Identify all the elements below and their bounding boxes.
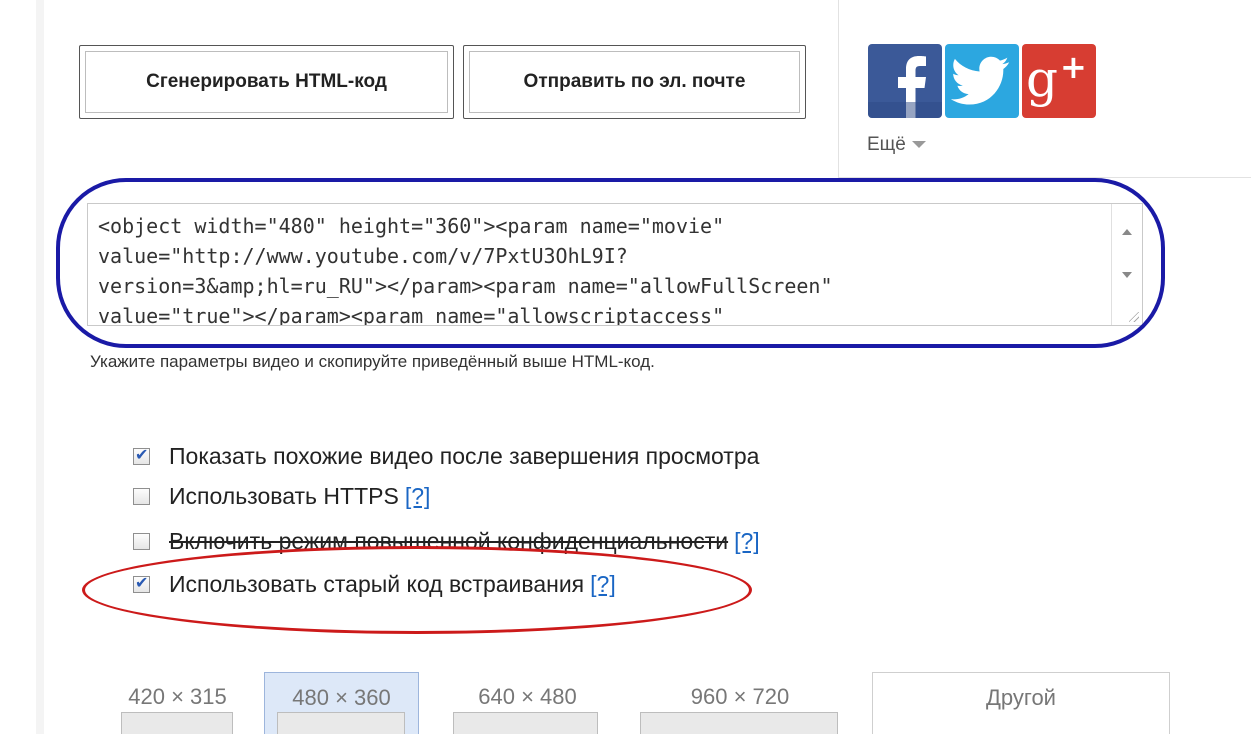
size-label: Другой xyxy=(986,685,1056,710)
checkbox-https[interactable] xyxy=(133,488,150,505)
option-label: Показать похожие видео после завершения … xyxy=(169,443,760,469)
size-preview xyxy=(640,712,838,734)
size-option-420[interactable]: 420 × 315 xyxy=(105,672,250,734)
size-option-640[interactable]: 640 × 480 xyxy=(445,672,610,734)
option-label: Включить режим повышенной конфиденциальн… xyxy=(169,528,729,554)
scroll-up-icon[interactable] xyxy=(1122,229,1132,235)
size-label: 420 × 315 xyxy=(128,684,227,709)
size-label: 960 × 720 xyxy=(690,684,790,709)
size-option-960[interactable]: 960 × 720 xyxy=(640,672,840,734)
size-option-480[interactable]: 480 × 360 xyxy=(264,672,419,734)
more-share-dropdown[interactable]: Ещё xyxy=(867,134,926,156)
horizontal-divider xyxy=(838,177,1251,178)
size-label: 640 × 480 xyxy=(478,684,577,709)
option-privacy-mode[interactable]: Включить режим повышенной конфиденциальн… xyxy=(133,528,760,555)
svg-text:+: + xyxy=(1060,48,1087,86)
more-share-label: Ещё xyxy=(867,134,906,155)
scroll-down-icon[interactable] xyxy=(1122,272,1132,278)
vertical-divider xyxy=(838,0,839,178)
code-line-4: value="true"></param><param name="allows… xyxy=(98,304,725,326)
size-preview xyxy=(277,712,405,734)
option-https[interactable]: Использовать HTTPS [?] xyxy=(133,483,430,510)
resize-handle-icon[interactable] xyxy=(1129,312,1139,322)
embed-code-textarea[interactable]: <object width="480" height="360"><param … xyxy=(87,203,1143,326)
option-old-embed-code[interactable]: Использовать старый код встраивания [?] xyxy=(133,571,616,598)
size-preview xyxy=(121,712,233,734)
code-line-3: version=3&amp;hl=ru_RU"></param><param n… xyxy=(98,274,833,298)
twitter-icon[interactable] xyxy=(945,44,1019,118)
size-label: 480 × 360 xyxy=(292,685,391,710)
size-preview xyxy=(453,712,598,734)
size-option-custom[interactable]: Другой xyxy=(872,672,1170,734)
help-link[interactable]: [?] xyxy=(734,528,760,555)
left-border xyxy=(0,0,44,734)
code-line-1: <object width="480" height="360"><param … xyxy=(98,214,725,238)
send-email-label: Отправить по эл. почте xyxy=(523,71,746,92)
option-label: Использовать старый код встраивания xyxy=(169,571,585,597)
textarea-scrollbar[interactable] xyxy=(1111,204,1142,325)
option-suggested-videos[interactable]: Показать похожие видео после завершения … xyxy=(133,443,759,470)
help-link[interactable]: [?] xyxy=(590,571,616,598)
google-plus-icon[interactable]: g + xyxy=(1022,44,1096,118)
generate-html-label: Сгенерировать HTML-код xyxy=(146,71,387,92)
send-email-button[interactable]: Отправить по эл. почте xyxy=(463,45,806,119)
svg-text:g: g xyxy=(1026,50,1058,108)
checkbox-suggested-videos[interactable] xyxy=(133,445,150,465)
generate-html-button[interactable]: Сгенерировать HTML-код xyxy=(79,45,454,119)
checkbox-old-embed-code[interactable] xyxy=(133,573,150,593)
checkbox-privacy-mode[interactable] xyxy=(133,533,150,550)
facebook-icon[interactable] xyxy=(868,44,942,118)
help-link[interactable]: [?] xyxy=(405,483,431,510)
chevron-down-icon xyxy=(911,141,926,149)
code-line-2: value="http://www.youtube.com/v/7PxtU3Oh… xyxy=(98,244,628,268)
option-label: Использовать HTTPS xyxy=(169,483,399,509)
embed-hint-text: Укажите параметры видео и скопируйте при… xyxy=(90,352,655,371)
